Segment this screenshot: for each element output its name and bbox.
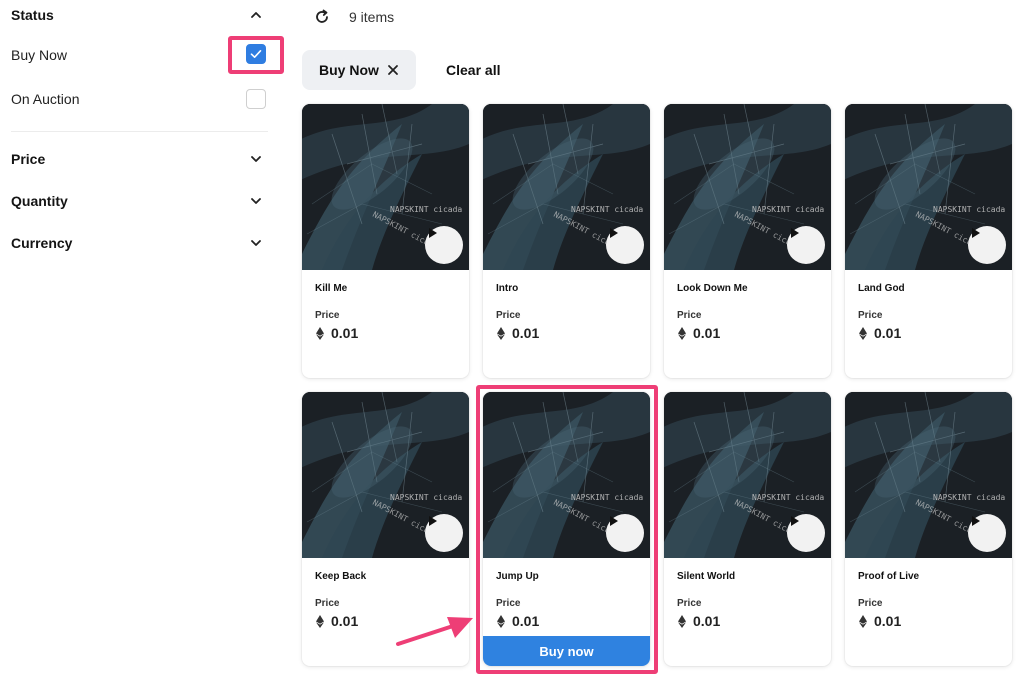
price-value: 0.01 — [512, 325, 540, 341]
price-label: Price — [496, 310, 521, 321]
divider — [11, 131, 268, 132]
play-button[interactable] — [968, 514, 1006, 552]
option-buy-now-label[interactable]: Buy Now — [11, 47, 67, 63]
play-button[interactable] — [787, 226, 825, 264]
clear-all-button[interactable]: Clear all — [446, 62, 500, 78]
status-filter-title[interactable]: Status — [11, 7, 54, 23]
svg-text:NAPSKINT cicada: NAPSKINT cicada — [390, 205, 462, 214]
refresh-icon[interactable] — [313, 8, 331, 26]
chevron-down-icon[interactable] — [249, 236, 263, 250]
ethereum-icon — [859, 326, 867, 340]
active-filter-chip[interactable]: Buy Now — [302, 50, 416, 90]
chevron-down-icon[interactable] — [249, 194, 263, 208]
price-row: 0.01 — [678, 325, 720, 341]
card-title: Intro — [496, 283, 519, 294]
card-title: Look Down Me — [677, 283, 748, 294]
artwork-thumbnail[interactable]: NAPSKINT cicada NAPSKINT cicada — [664, 104, 831, 270]
play-button[interactable] — [787, 514, 825, 552]
ethereum-icon — [678, 614, 686, 628]
chevron-up-icon[interactable] — [249, 8, 263, 22]
play-icon — [972, 516, 980, 526]
price-value: 0.01 — [693, 325, 721, 341]
play-icon — [791, 228, 799, 238]
card-title: Land God — [858, 283, 905, 294]
play-icon — [429, 228, 437, 238]
price-value: 0.01 — [331, 325, 359, 341]
svg-text:NAPSKINT cicada: NAPSKINT cicada — [933, 493, 1005, 502]
nft-card[interactable]: NAPSKINT cicada NAPSKINT cicada Intro Pr… — [483, 104, 650, 378]
card-title: Keep Back — [315, 571, 367, 582]
price-value: 0.01 — [331, 613, 359, 629]
card-title: Proof of Live — [858, 571, 920, 582]
nft-card[interactable]: NAPSKINT cicada NAPSKINT cicada Proof of… — [845, 392, 1012, 666]
artwork-thumbnail[interactable]: NAPSKINT cicada NAPSKINT cicada — [302, 104, 469, 270]
nft-card[interactable]: NAPSKINT cicada NAPSKINT cicada Look Dow… — [664, 104, 831, 378]
svg-text:NAPSKINT cicada: NAPSKINT cicada — [752, 205, 824, 214]
artwork-thumbnail[interactable]: NAPSKINT cicada NAPSKINT cicada — [302, 392, 469, 558]
price-label: Price — [315, 310, 340, 321]
price-row: 0.01 — [316, 613, 358, 629]
nft-card[interactable]: NAPSKINT cicada NAPSKINT cicada Kill Me … — [302, 104, 469, 378]
play-button[interactable] — [968, 226, 1006, 264]
card-highlight — [476, 385, 658, 674]
price-value: 0.01 — [874, 325, 902, 341]
price-row: 0.01 — [678, 613, 720, 629]
play-button[interactable] — [425, 226, 463, 264]
artwork-thumbnail[interactable]: NAPSKINT cicada NAPSKINT cicada — [664, 392, 831, 558]
artwork-thumbnail[interactable]: NAPSKINT cicada NAPSKINT cicada — [483, 104, 650, 270]
price-row: 0.01 — [497, 325, 539, 341]
close-icon[interactable] — [387, 64, 399, 76]
ethereum-icon — [859, 614, 867, 628]
card-title: Kill Me — [315, 283, 348, 294]
ethereum-icon — [678, 326, 686, 340]
price-row: 0.01 — [316, 325, 358, 341]
price-label: Price — [677, 598, 702, 609]
play-icon — [610, 228, 618, 238]
svg-text:NAPSKINT cicada: NAPSKINT cicada — [933, 205, 1005, 214]
artwork-thumbnail[interactable]: NAPSKINT cicada NAPSKINT cicada — [845, 104, 1012, 270]
card-title: Silent World — [677, 571, 736, 582]
nft-card[interactable]: NAPSKINT cicada NAPSKINT cicada Land God… — [845, 104, 1012, 378]
play-button[interactable] — [425, 514, 463, 552]
quantity-filter-title[interactable]: Quantity — [11, 193, 68, 209]
svg-text:NAPSKINT cicada: NAPSKINT cicada — [390, 493, 462, 502]
ethereum-icon — [316, 614, 324, 628]
price-filter-title[interactable]: Price — [11, 151, 45, 167]
price-label: Price — [858, 310, 883, 321]
price-row: 0.01 — [859, 613, 901, 629]
items-count: 9 items — [349, 9, 395, 25]
option-on-auction-label[interactable]: On Auction — [11, 91, 80, 107]
on-auction-checkbox[interactable] — [246, 89, 266, 109]
price-value: 0.01 — [693, 613, 721, 629]
checkbox-highlight — [228, 36, 284, 74]
chevron-down-icon[interactable] — [249, 152, 263, 166]
chip-label: Buy Now — [319, 62, 379, 78]
price-row: 0.01 — [859, 325, 901, 341]
play-button[interactable] — [606, 226, 644, 264]
svg-text:NAPSKINT cicada: NAPSKINT cicada — [571, 205, 643, 214]
pointer-arrow-icon — [396, 617, 473, 646]
price-label: Price — [315, 598, 340, 609]
ethereum-icon — [497, 326, 505, 340]
artwork-thumbnail[interactable]: NAPSKINT cicada NAPSKINT cicada — [845, 392, 1012, 558]
price-value: 0.01 — [874, 613, 902, 629]
play-icon — [429, 516, 437, 526]
currency-filter-title[interactable]: Currency — [11, 235, 72, 251]
ethereum-icon — [316, 326, 324, 340]
price-label: Price — [677, 310, 702, 321]
play-icon — [972, 228, 980, 238]
svg-text:NAPSKINT cicada: NAPSKINT cicada — [752, 493, 824, 502]
play-icon — [791, 516, 799, 526]
price-label: Price — [858, 598, 883, 609]
nft-card[interactable]: NAPSKINT cicada NAPSKINT cicada Silent W… — [664, 392, 831, 666]
